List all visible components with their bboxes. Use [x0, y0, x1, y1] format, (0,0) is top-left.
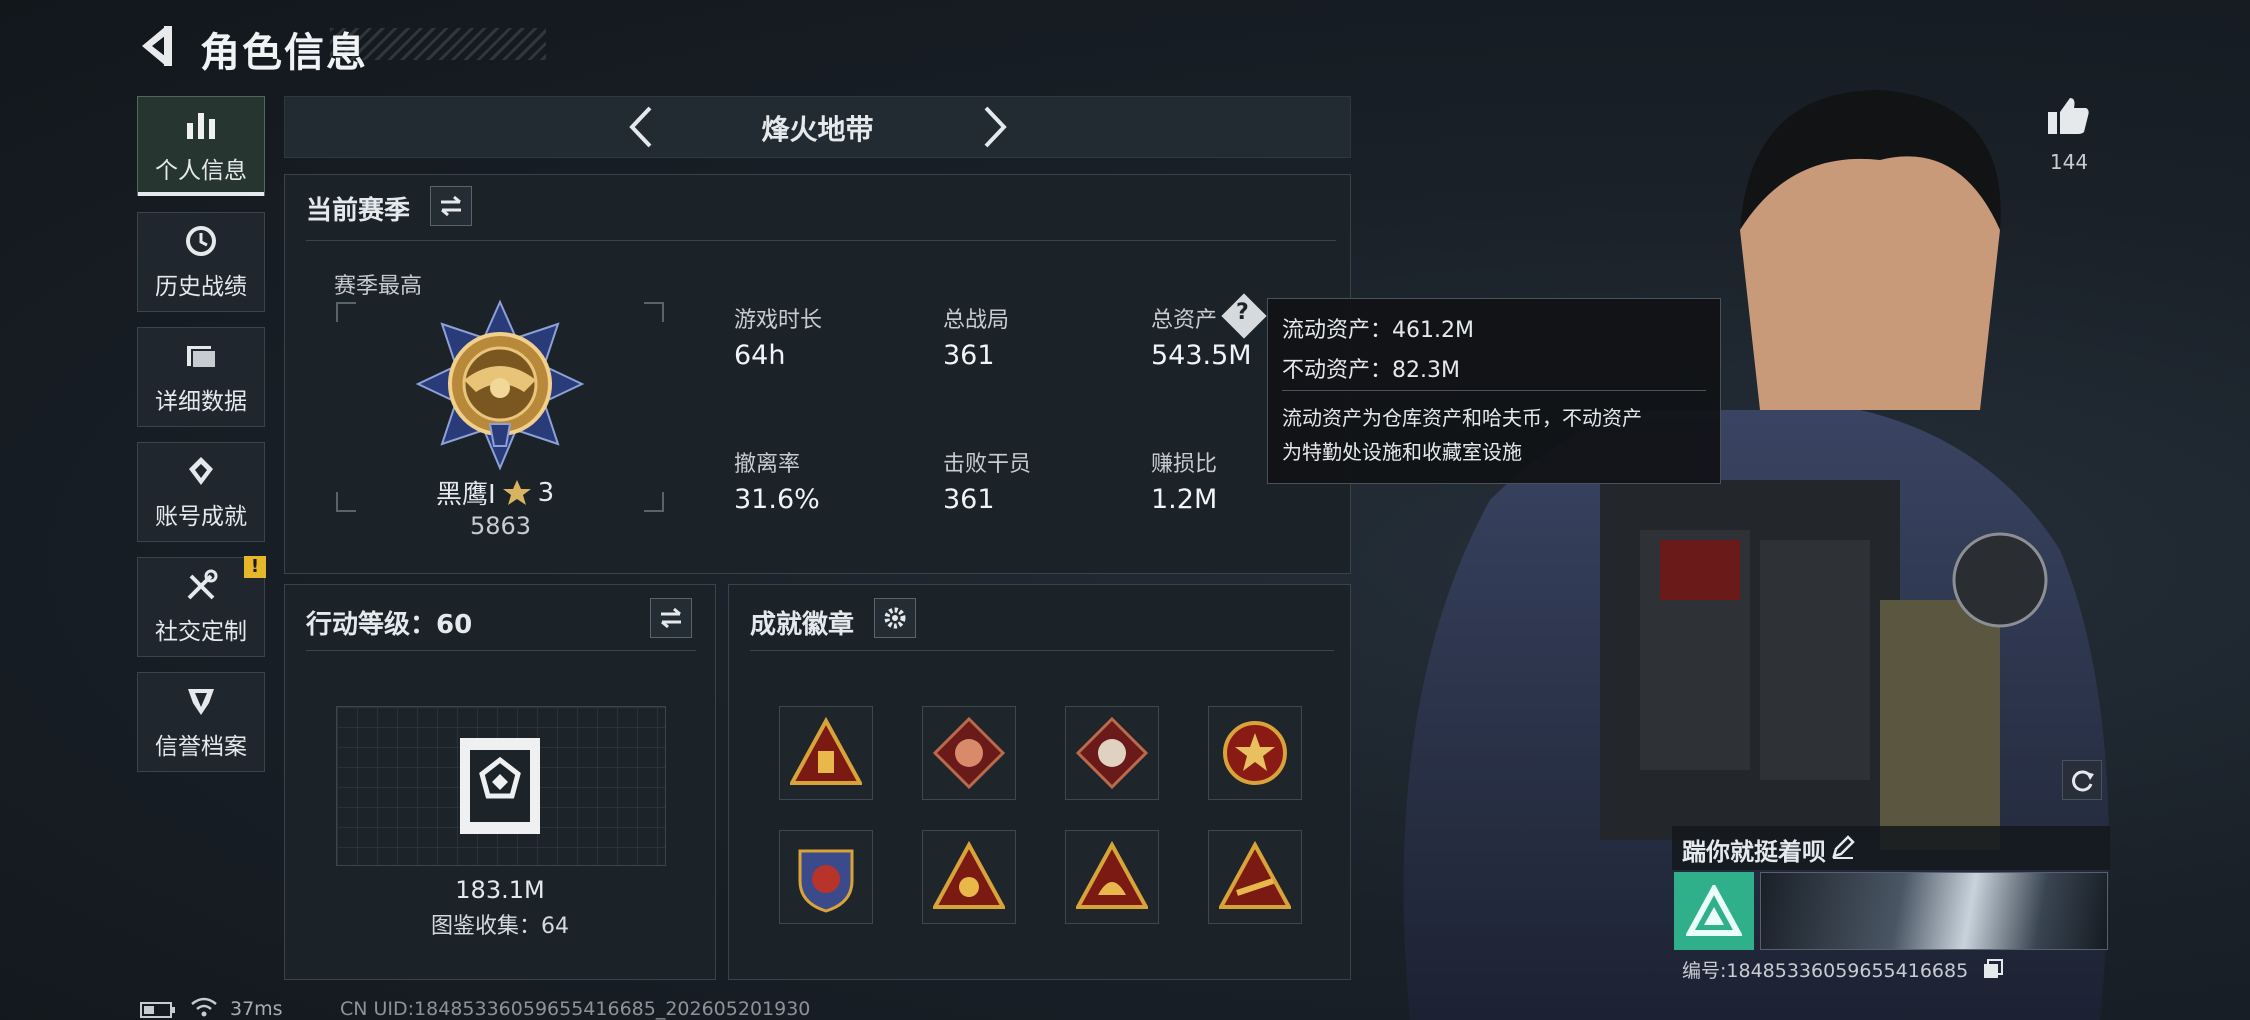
name-card-banner	[1760, 872, 2108, 950]
warning-badge: !	[244, 556, 266, 578]
divider	[306, 650, 696, 651]
sidebar-item-label: 信誉档案	[155, 734, 247, 760]
player-id: 编号:18485336059655416685	[1682, 960, 1969, 982]
achievement-badge[interactable]	[1208, 706, 1302, 800]
triangle-badge-icon	[790, 717, 862, 785]
sidebar-item-personal-info[interactable]: 个人信息	[137, 96, 265, 196]
triangle-badge-icon	[1219, 841, 1291, 909]
shield-badge-icon	[798, 849, 854, 913]
season-best-label: 赛季最高	[334, 274, 423, 299]
swap-icon	[441, 195, 461, 217]
folder-icon	[187, 346, 217, 369]
rank-score: 5863	[470, 512, 532, 540]
achievement-badge[interactable]	[922, 706, 1016, 800]
tools-icon	[187, 569, 218, 600]
ping-value: 37ms	[230, 998, 283, 1020]
sidebar-item-label: 详细数据	[155, 389, 247, 415]
question-icon: ?	[1236, 300, 1249, 325]
achievement-icon	[189, 457, 213, 485]
sidebar-item-label: 个人信息	[155, 158, 247, 184]
mode-title: 烽火地带	[761, 113, 874, 146]
stat-label: 游戏时长	[734, 308, 823, 333]
sidebar-item-details[interactable]: 详细数据	[137, 327, 265, 427]
achievement-badge[interactable]	[1065, 706, 1159, 800]
stat-value: 543.5M	[1151, 340, 1252, 371]
sidebar-item-label: 账号成就	[155, 504, 247, 530]
rank-name: 黑鹰Ⅰ	[436, 480, 496, 510]
season-switch-button[interactable]	[430, 186, 472, 226]
frame-corner	[336, 302, 356, 322]
action-switch-button[interactable]	[650, 598, 692, 638]
wolf-diamond-badge-icon	[1076, 717, 1148, 789]
edit-pencil-icon[interactable]	[1830, 834, 1856, 860]
bar-chart-icon	[187, 113, 215, 139]
divider	[306, 240, 1336, 241]
like-count: 144	[2049, 150, 2089, 174]
sidebar-item-label: 社交定制	[155, 619, 247, 645]
tooltip-description-line1: 流动资产为仓库资产和哈夫币，不动资产	[1282, 406, 1642, 430]
divider	[1282, 390, 1706, 391]
stat-value: 64h	[734, 340, 786, 371]
rank-emblem-icon	[415, 299, 585, 471]
stat-label: 总资产	[1151, 308, 1218, 333]
badges-title: 成就徽章	[750, 610, 855, 640]
triangle-badge-icon	[1076, 841, 1148, 909]
star-seal-badge-icon	[1223, 721, 1287, 785]
stat-value: 31.6%	[734, 484, 820, 515]
achievement-badge[interactable]	[922, 830, 1016, 924]
page-title: 角色信息	[200, 30, 368, 76]
chevron-right-icon[interactable]	[980, 104, 1010, 150]
player-name: 踹你就挺着呗	[1682, 838, 1826, 866]
stat-value: 361	[943, 484, 995, 515]
stat-label: 击败干员	[943, 452, 1032, 477]
back-arrow-icon[interactable]	[136, 22, 180, 70]
uid-footer: CN UID:18485336059655416685_202605201930	[340, 998, 811, 1020]
badges-settings-button[interactable]	[874, 598, 916, 638]
divider	[750, 650, 1334, 651]
stat-label: 赚损比	[1151, 452, 1218, 477]
frame-corner	[644, 302, 664, 322]
frame-corner	[644, 492, 664, 512]
sidebar-item-history[interactable]: 历史战绩	[137, 212, 265, 312]
collection-count: 图鉴收集：64	[431, 914, 569, 939]
thumbs-up-icon[interactable]	[2046, 94, 2090, 138]
rotate-icon	[2072, 770, 2094, 792]
tooltip-fixed-assets: 不动资产：82.3M	[1282, 358, 1460, 383]
achievement-badge[interactable]	[1065, 830, 1159, 924]
collection-value: 183.1M	[455, 876, 545, 904]
action-level-title: 行动等级：60	[306, 610, 473, 640]
star-icon	[502, 479, 531, 505]
rank-name-row: 黑鹰Ⅰ 3	[436, 474, 554, 511]
gear-icon	[884, 607, 906, 629]
achievement-badge[interactable]	[779, 706, 873, 800]
collection-vault-icon	[460, 738, 540, 834]
season-title: 当前赛季	[306, 196, 411, 226]
stat-value: 361	[943, 340, 995, 371]
battery-icon	[140, 1002, 175, 1018]
avatar-triangle-icon	[1686, 885, 1742, 936]
tooltip-description-line2: 为特勤处设施和收藏室设施	[1282, 440, 1522, 464]
shield-icon	[188, 689, 214, 715]
history-icon	[186, 226, 216, 256]
dragon-diamond-badge-icon	[933, 717, 1005, 789]
sidebar-item-reputation[interactable]: 信誉档案	[137, 672, 265, 772]
triangle-badge-icon	[933, 841, 1005, 909]
sidebar-item-label: 历史战绩	[155, 274, 247, 300]
achievement-badge[interactable]	[779, 830, 873, 924]
copy-icon[interactable]	[1982, 958, 2004, 980]
sidebar-item-social[interactable]: 社交定制 !	[137, 556, 266, 657]
swap-icon	[661, 607, 681, 629]
rotate-button[interactable]	[2062, 760, 2102, 800]
wifi-icon	[191, 997, 217, 1017]
stat-label: 撤离率	[734, 452, 801, 477]
rank-stars: 3	[537, 477, 555, 508]
avatar[interactable]	[1674, 872, 1754, 950]
stat-label: 总战局	[943, 308, 1010, 333]
frame-corner	[336, 492, 356, 512]
achievement-badge[interactable]	[1208, 830, 1302, 924]
sidebar-item-achievements[interactable]: 账号成就	[137, 442, 265, 542]
stat-value: 1.2M	[1151, 484, 1218, 515]
tooltip-liquid-assets: 流动资产：461.2M	[1282, 318, 1474, 343]
